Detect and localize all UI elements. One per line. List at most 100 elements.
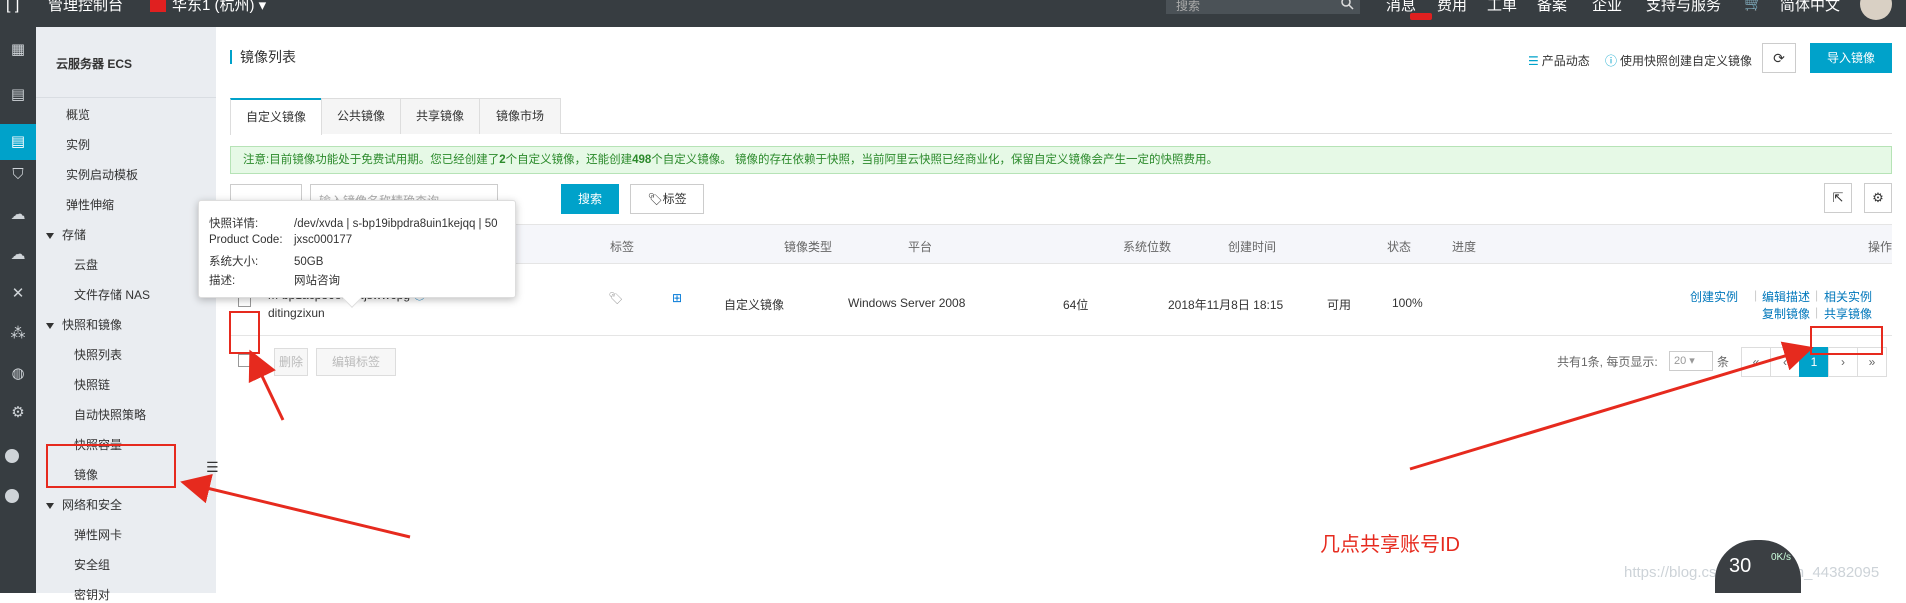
image-type: 自定义镜像 bbox=[724, 298, 785, 312]
side-divider bbox=[36, 97, 216, 98]
tab-marketplace[interactable]: 镜像市场 bbox=[479, 98, 561, 134]
tag-filter-label: 标签 bbox=[662, 192, 687, 206]
tag-filter-button[interactable]: 🏷标签 bbox=[630, 184, 704, 214]
sidebar-item-overview[interactable]: 概览 bbox=[66, 106, 90, 123]
popover-key: 描述: bbox=[209, 275, 236, 287]
sidebar-item-auto-snapshot[interactable]: 自动快照策略 bbox=[74, 406, 146, 423]
sidebar-group-storage[interactable]: 存储 bbox=[46, 226, 86, 243]
nav-language[interactable]: 简体中文 bbox=[1780, 0, 1840, 15]
product-news-label: 产品动态 bbox=[1541, 54, 1590, 68]
notice-suffix: 个自定义镜像。 镜像的存在依赖于快照，当前阿里云快照已经商业化，保留自定义镜像会… bbox=[651, 154, 1218, 166]
annotation-box-checkbox bbox=[229, 311, 260, 354]
popover-row: Product Code: jxsc000177 bbox=[209, 234, 505, 253]
server-icon[interactable]: ▤ bbox=[6, 85, 30, 105]
caret-down-icon bbox=[46, 502, 54, 509]
tag-icon: 🏷 bbox=[647, 192, 663, 206]
action-divider: | bbox=[1754, 288, 1758, 302]
sidebar-group-label: 网络和安全 bbox=[62, 498, 123, 512]
sidebar-item-autoscaling[interactable]: 弹性伸缩 bbox=[66, 196, 114, 213]
page-title: 镜像列表 bbox=[230, 50, 296, 64]
delete-button[interactable]: 删除 bbox=[274, 348, 308, 376]
edit-description-link[interactable]: 编辑描述 bbox=[1762, 288, 1810, 305]
copy-image-link[interactable]: 复制镜像 bbox=[1762, 305, 1810, 322]
total-count: 共有1条, 每页显示: bbox=[1557, 355, 1658, 369]
sidebar-group-network[interactable]: 网络和安全 bbox=[46, 496, 122, 513]
first-page-button[interactable]: « bbox=[1741, 347, 1771, 377]
sidebar-item-instances[interactable]: 实例 bbox=[66, 136, 90, 153]
edit-tags-button[interactable]: 编辑标签 bbox=[316, 348, 396, 376]
sidebar-item-eni[interactable]: 弹性网卡 bbox=[74, 526, 122, 543]
export-icon: ⇱ bbox=[1832, 190, 1844, 205]
sidebar-item-disks[interactable]: 云盘 bbox=[74, 256, 98, 273]
cloud-upload-icon[interactable]: ☁ bbox=[6, 245, 30, 265]
plugin-icon[interactable]: ⚙ bbox=[6, 403, 30, 423]
import-image-button[interactable]: 导入镜像 bbox=[1810, 43, 1892, 73]
windows-icon: ⊞ bbox=[672, 291, 683, 305]
nav-support[interactable]: 支持与服务 bbox=[1646, 0, 1721, 15]
image-tabs: 自定义镜像 公共镜像 共享镜像 镜像市场 bbox=[230, 98, 1892, 135]
popover-key: 系统大小: bbox=[209, 256, 259, 268]
speed-value: 30 bbox=[1729, 555, 1752, 577]
col-bits: 系统位数 bbox=[1123, 240, 1172, 254]
notice-mid: 个自定义镜像，还能创建 bbox=[505, 154, 633, 166]
ecs-icon[interactable]: ▤ bbox=[0, 124, 36, 160]
tab-public-images[interactable]: 公共镜像 bbox=[321, 98, 401, 134]
grid-icon[interactable]: ▦ bbox=[6, 40, 30, 60]
popover-row: 快照详情: /dev/xvda | s-bp19ibpdra8uin1kejqq … bbox=[209, 215, 505, 234]
prev-page-button[interactable]: ‹ bbox=[1770, 347, 1800, 377]
circle-icon[interactable] bbox=[5, 449, 19, 463]
tab-shared-images[interactable]: 共享镜像 bbox=[400, 98, 480, 134]
tab-custom-images[interactable]: 自定义镜像 bbox=[230, 98, 322, 135]
console-link[interactable]: 管理控制台 bbox=[48, 0, 123, 15]
sidebar-item-launch-templates[interactable]: 实例启动模板 bbox=[66, 166, 138, 183]
global-search-input[interactable]: 搜索 bbox=[1166, 0, 1360, 14]
sidebar-group-label: 存储 bbox=[62, 228, 87, 242]
table-footer: 删除 编辑标签 共有1条, 每页显示: 20 ▾ 条 « ‹ 1 › » bbox=[230, 336, 1892, 386]
shield-icon[interactable]: ⛉ bbox=[6, 165, 30, 185]
aliyun-logo-icon[interactable]: [ ] bbox=[6, 0, 19, 13]
sidebar-item-keypairs[interactable]: 密钥对 bbox=[74, 586, 110, 603]
created-time: 2018年11月8日 18:15 bbox=[1168, 298, 1284, 312]
notice-prefix: 注意:目前镜像功能处于免费试用期。您已经创建了 bbox=[243, 154, 500, 166]
cloud-icon[interactable]: ☁ bbox=[6, 205, 30, 225]
popover-value: 50GB bbox=[294, 256, 324, 268]
nav-icp[interactable]: 备案 bbox=[1537, 0, 1567, 15]
sidebar-item-snapshot-list[interactable]: 快照列表 bbox=[74, 346, 122, 363]
tag-icon[interactable]: 🏷 bbox=[608, 291, 623, 305]
nodes-icon[interactable]: ⁂ bbox=[6, 324, 30, 344]
popover-row: 描述: 网站咨询 bbox=[209, 272, 505, 291]
nav-enterprise[interactable]: 企业 bbox=[1592, 0, 1622, 15]
share-image-link[interactable]: 共享镜像 bbox=[1824, 305, 1872, 322]
region-selector[interactable]: 华东1 (杭州) ▾ bbox=[150, 0, 266, 15]
avatar[interactable] bbox=[1860, 0, 1892, 20]
sidebar-group-snapshots[interactable]: 快照和镜像 bbox=[46, 316, 122, 333]
popover-key: Product Code: bbox=[209, 234, 283, 246]
platform: Windows Server 2008 bbox=[848, 296, 966, 310]
cart-icon[interactable]: 🛒 bbox=[1744, 0, 1763, 12]
sidebar-item-nas[interactable]: 文件存储 NAS bbox=[74, 286, 150, 303]
list-icon: ☰ bbox=[1528, 54, 1539, 68]
nav-messages[interactable]: 消息 bbox=[1386, 0, 1416, 15]
nav-billing[interactable]: 费用 bbox=[1437, 0, 1467, 15]
sidebar-item-security-groups[interactable]: 安全组 bbox=[74, 556, 110, 573]
help-link[interactable]: ⓘ 使用快照创建自定义镜像 bbox=[1605, 52, 1752, 69]
sidebar-item-snapshot-chain[interactable]: 快照链 bbox=[74, 376, 110, 393]
search-button[interactable]: 搜索 bbox=[561, 184, 619, 214]
popover-value: /dev/xvda | s-bp19ibpdra8uin1kejqq | 50 bbox=[294, 218, 498, 230]
col-created: 创建时间 bbox=[1228, 240, 1277, 254]
circle-icon-2[interactable] bbox=[5, 489, 19, 503]
search-icon[interactable] bbox=[1340, 0, 1354, 10]
related-instances-link[interactable]: 相关实例 bbox=[1824, 288, 1872, 305]
settings-button[interactable]: ⚙ bbox=[1864, 183, 1892, 213]
globe-icon[interactable]: ◍ bbox=[6, 364, 30, 384]
bits: 64位 bbox=[1063, 298, 1089, 312]
export-button[interactable]: ⇱ bbox=[1824, 183, 1852, 213]
per-page-select[interactable]: 20 ▾ bbox=[1669, 351, 1713, 371]
select-all-checkbox[interactable] bbox=[238, 354, 251, 367]
create-instance-link[interactable]: 创建实例 bbox=[1690, 288, 1738, 305]
nav-tickets[interactable]: 工单 bbox=[1487, 0, 1517, 15]
network-icon[interactable]: ✕ bbox=[6, 284, 30, 304]
col-tags: 标签 bbox=[610, 240, 635, 254]
product-news-link[interactable]: ☰ 产品动态 bbox=[1528, 52, 1590, 69]
refresh-button[interactable]: ⟳ bbox=[1762, 43, 1796, 73]
